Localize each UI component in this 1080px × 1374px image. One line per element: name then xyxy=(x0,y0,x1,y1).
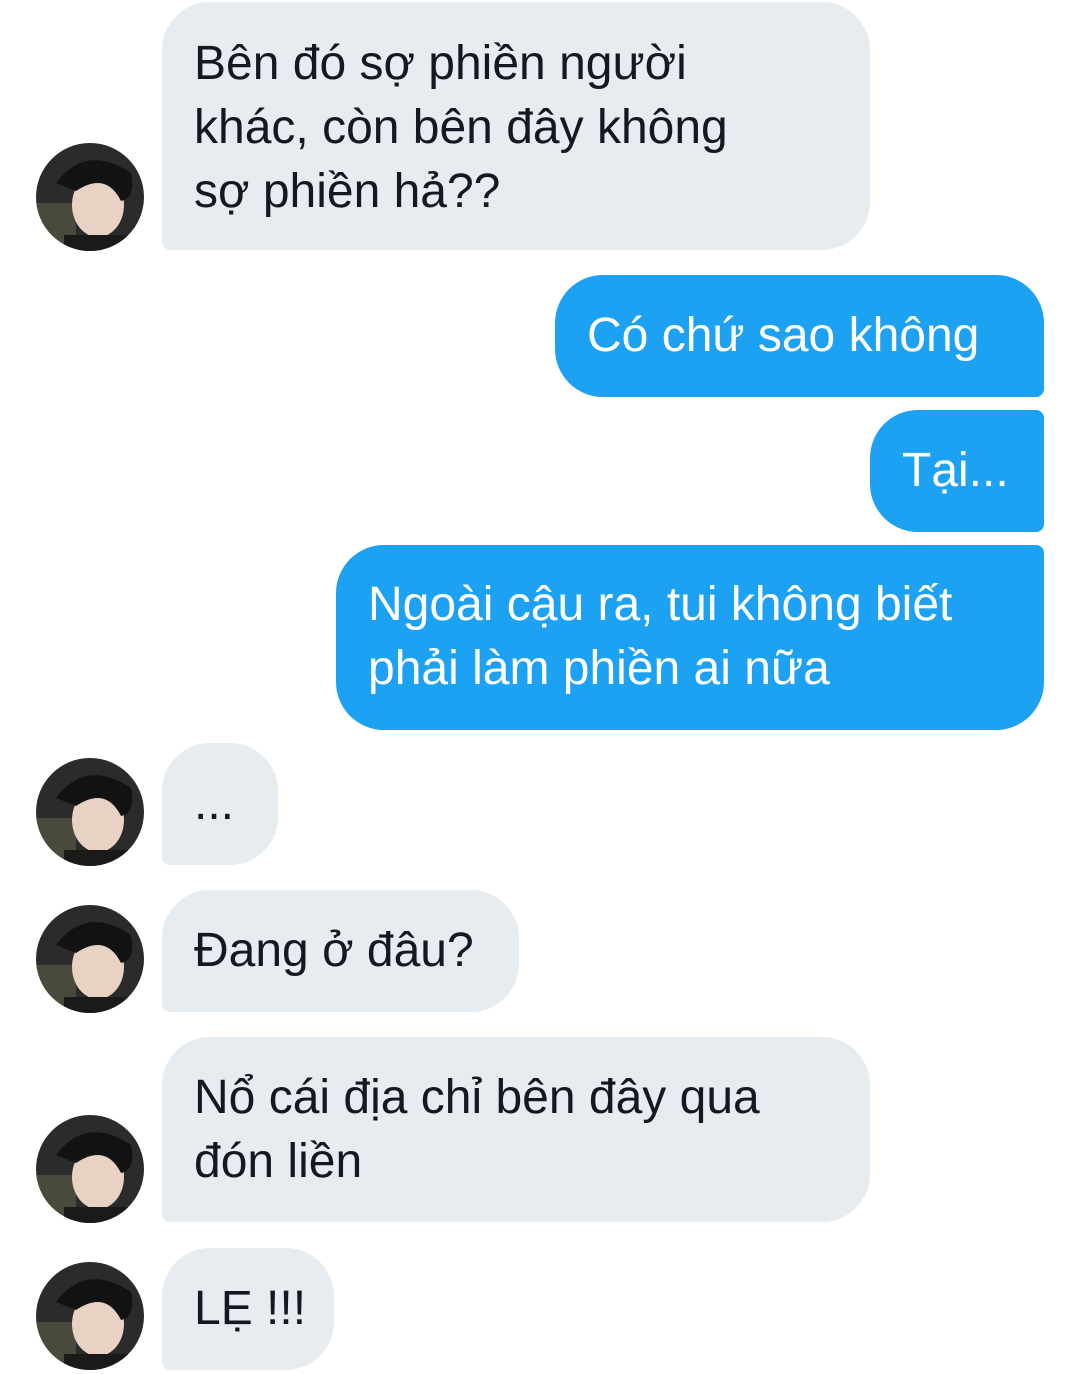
incoming-message-bubble[interactable]: Nổ cái địa chỉ bên đây qua đón liền xyxy=(162,1037,870,1222)
incoming-message-bubble[interactable]: ... xyxy=(162,743,278,865)
profile-photo-icon[interactable] xyxy=(36,1262,144,1370)
incoming-message-bubble[interactable]: Đang ở đâu? xyxy=(162,890,519,1012)
message-text-line: ... xyxy=(194,777,235,830)
message-text-line: Tại... xyxy=(902,444,1009,497)
message-text-line: Bên đó sợ phiền người xyxy=(194,37,687,90)
profile-photo-icon[interactable] xyxy=(36,758,144,866)
message-text-line: sợ phiền hả?? xyxy=(194,165,501,218)
message-text-line: LẸ !!! xyxy=(194,1282,307,1335)
message-text-line: Ngoài cậu ra, tui không biết xyxy=(368,578,953,631)
message-text-line: Nổ cái địa chỉ bên đây qua xyxy=(194,1071,760,1124)
message-text-line: Có chứ sao không xyxy=(587,309,980,362)
message-text-line: khác, còn bên đây không xyxy=(194,101,728,154)
outgoing-message-bubble[interactable]: Tại... xyxy=(870,410,1044,532)
incoming-message-bubble[interactable]: Bên đó sợ phiền người khác, còn bên đây … xyxy=(162,2,870,250)
message-text-line: phải làm phiền ai nữa xyxy=(368,642,830,695)
message-text-line: Đang ở đâu? xyxy=(194,924,474,977)
incoming-message-bubble[interactable]: LẸ !!! xyxy=(162,1248,334,1370)
profile-photo-icon[interactable] xyxy=(36,905,144,1013)
profile-photo-icon[interactable] xyxy=(36,143,144,251)
outgoing-message-bubble[interactable]: Ngoài cậu ra, tui không biết phải làm ph… xyxy=(336,545,1044,730)
profile-photo-icon[interactable] xyxy=(36,1115,144,1223)
message-text-line: đón liền xyxy=(194,1135,363,1188)
outgoing-message-bubble[interactable]: Có chứ sao không xyxy=(555,275,1044,397)
